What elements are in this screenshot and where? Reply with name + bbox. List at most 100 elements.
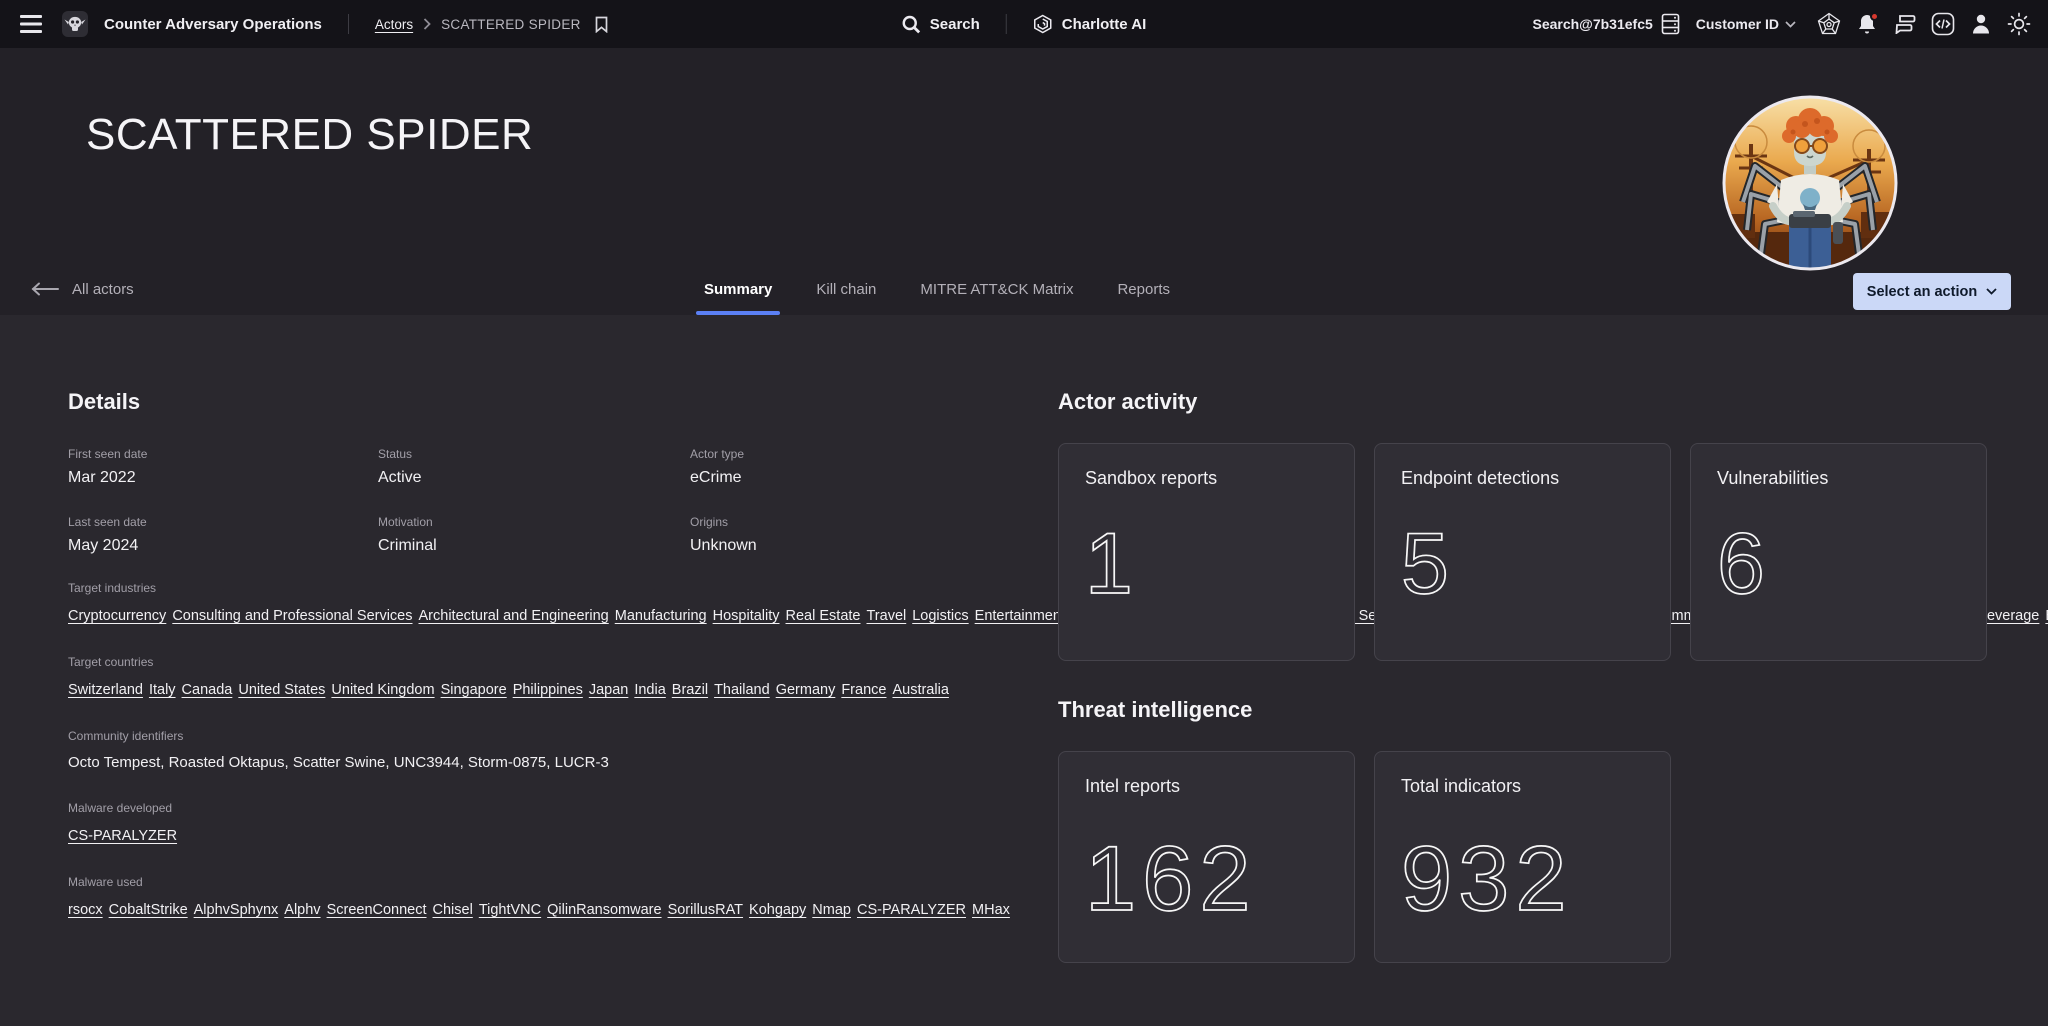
country-link[interactable]: Brazil [672, 682, 708, 698]
field-value: Criminal [378, 537, 690, 555]
industry-link[interactable]: Entertainment [975, 608, 1065, 624]
vulnerabilities-card[interactable]: Vulnerabilities 6 [1690, 443, 1987, 661]
industry-link[interactable]: Architectural and Engineering [419, 608, 609, 624]
field-value: Mar 2022 [68, 469, 378, 487]
tab-mitre-attck-matrix[interactable]: MITRE ATT&CK Matrix [898, 263, 1095, 315]
back-arrow-icon [30, 282, 60, 296]
country-link[interactable]: Switzerland [68, 682, 143, 698]
target-industries-section: Target industries CryptocurrencyConsulti… [68, 581, 998, 629]
card-value: 932 [1401, 833, 1644, 925]
malware-link[interactable]: TightVNC [479, 902, 541, 918]
malware-link[interactable]: CS-PARALYZER [857, 902, 966, 918]
bookmark-icon[interactable] [591, 13, 613, 35]
actor-activity-cards: Sandbox reports 1 Endpoint detections 5 … [1058, 443, 1993, 661]
industry-link[interactable]: Travel [866, 608, 906, 624]
country-link[interactable]: United Kingdom [331, 682, 434, 698]
malware-link[interactable]: CobaltStrike [109, 902, 188, 918]
breadcrumb: Actors SCATTERED SPIDER [375, 13, 613, 35]
chevron-down-icon [1986, 288, 1997, 295]
tab-reports[interactable]: Reports [1095, 263, 1192, 315]
field-last-seen: Last seen date May 2024 [68, 515, 378, 555]
field-value: May 2024 [68, 537, 378, 555]
malware-link[interactable]: Nmap [812, 902, 851, 918]
malware-link[interactable]: Kohgapy [749, 902, 806, 918]
malware-link[interactable]: Chisel [433, 902, 473, 918]
country-link[interactable]: France [841, 682, 886, 698]
topbar-center-cluster: Search Charlotte AI [902, 0, 1147, 48]
breadcrumb-chevron-icon [423, 18, 431, 30]
malware-link[interactable]: rsocx [68, 902, 103, 918]
country-link[interactable]: Philippines [513, 682, 583, 698]
country-link[interactable]: Canada [182, 682, 233, 698]
field-first-seen: First seen date Mar 2022 [68, 447, 378, 487]
app-title: Counter Adversary Operations [104, 16, 322, 33]
sandbox-reports-card[interactable]: Sandbox reports 1 [1058, 443, 1355, 661]
malware-link[interactable]: SorillusRAT [668, 902, 743, 918]
global-search-button[interactable]: Search [902, 15, 980, 34]
customer-id-dropdown[interactable]: Customer ID [1696, 16, 1796, 32]
country-link[interactable]: Australia [892, 682, 948, 698]
malware-link[interactable]: Alphv [284, 902, 320, 918]
industry-link[interactable]: Manufacturing [615, 608, 707, 624]
charlotte-ai-label: Charlotte AI [1062, 16, 1146, 33]
industry-link[interactable]: Real Estate [786, 608, 861, 624]
breadcrumb-current: SCATTERED SPIDER [441, 17, 581, 32]
industry-link[interactable]: Hospitality [713, 608, 780, 624]
host-search-label: Search@7b31efc5 [1532, 16, 1652, 32]
notifications-bell-icon[interactable] [1852, 9, 1882, 39]
select-an-action-label: Select an action [1867, 284, 1977, 300]
falcon-logo-icon[interactable] [60, 9, 90, 39]
host-search-button[interactable]: Search@7b31efc5 [1532, 13, 1679, 35]
malware-developed-section: Malware developed CS-PARALYZER [68, 801, 998, 849]
user-icon[interactable] [1966, 9, 1996, 39]
field-label: Origins [690, 515, 998, 529]
chevron-down-icon [1785, 21, 1796, 28]
community-identifiers-section: Community identifiers Octo Tempest, Roas… [68, 729, 998, 775]
charlotte-ai-button[interactable]: Charlotte AI [1033, 14, 1146, 34]
industry-link[interactable]: Consulting and Professional Services [172, 608, 412, 624]
country-link[interactable]: Japan [589, 682, 629, 698]
search-label: Search [930, 16, 980, 33]
industry-link[interactable]: Cryptocurrency [68, 608, 166, 624]
malware-link[interactable]: QilinRansomware [547, 902, 661, 918]
country-link[interactable]: Singapore [441, 682, 507, 698]
intel-reports-card[interactable]: Intel reports 162 [1058, 751, 1355, 963]
breadcrumb-actors-link[interactable]: Actors [375, 17, 413, 32]
malware-link[interactable]: MHax [972, 902, 1010, 918]
card-label: Sandbox reports [1085, 468, 1328, 489]
charlotte-ai-icon [1033, 14, 1053, 34]
card-value: 5 [1401, 521, 1644, 607]
threat-intelligence-heading: Threat intelligence [1058, 697, 1993, 723]
details-field-grid: First seen date Mar 2022 Status Active A… [68, 447, 998, 555]
card-value: 6 [1717, 521, 1960, 607]
community-identifiers-value: Octo Tempest, Roasted Oktapus, Scatter S… [68, 751, 998, 775]
field-label: Actor type [690, 447, 998, 461]
theme-sun-icon[interactable] [2004, 9, 2034, 39]
page-title: SCATTERED SPIDER [86, 110, 533, 160]
feedback-icon[interactable] [1890, 9, 1920, 39]
back-to-all-actors[interactable]: All actors [30, 281, 134, 298]
country-link[interactable]: Germany [776, 682, 836, 698]
card-value: 1 [1085, 521, 1328, 607]
card-label: Intel reports [1085, 776, 1328, 797]
total-indicators-card[interactable]: Total indicators 932 [1374, 751, 1671, 963]
malware-link[interactable]: CS-PARALYZER [68, 828, 177, 844]
topbar-divider [348, 14, 349, 34]
threat-web-icon[interactable] [1814, 9, 1844, 39]
section-label: Malware used [68, 875, 998, 889]
field-status: Status Active [378, 447, 690, 487]
malware-link[interactable]: AlphvSphynx [194, 902, 279, 918]
endpoint-detections-card[interactable]: Endpoint detections 5 [1374, 443, 1671, 661]
country-link[interactable]: United States [238, 682, 325, 698]
select-an-action-button[interactable]: Select an action [1853, 273, 2011, 310]
industry-link[interactable]: Logistics [912, 608, 968, 624]
tab-summary[interactable]: Summary [682, 263, 794, 315]
menu-icon[interactable] [16, 9, 46, 39]
country-link[interactable]: Thailand [714, 682, 770, 698]
country-link[interactable]: Italy [149, 682, 176, 698]
country-link[interactable]: India [634, 682, 665, 698]
api-code-icon[interactable] [1928, 9, 1958, 39]
tab-kill-chain[interactable]: Kill chain [794, 263, 898, 315]
back-link-label: All actors [72, 281, 134, 298]
malware-link[interactable]: ScreenConnect [327, 902, 427, 918]
